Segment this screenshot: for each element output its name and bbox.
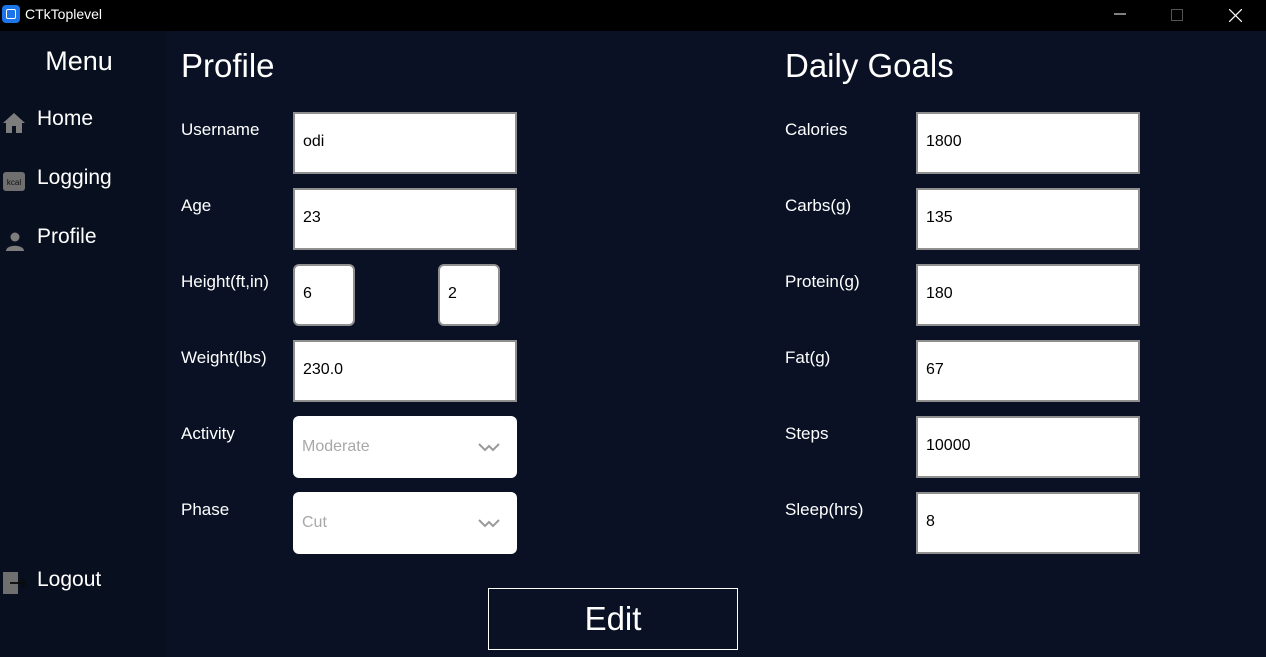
carbs-label: Carbs(g): [785, 196, 852, 215]
chevron-down-icon[interactable]: [478, 516, 500, 530]
sleep-input[interactable]: 8: [916, 492, 1140, 554]
maximize-button[interactable]: [1154, 0, 1200, 31]
phase-label: Phase: [181, 500, 230, 519]
height-feet-input[interactable]: 6: [293, 264, 355, 326]
sidebar-item-profile[interactable]: Profile: [0, 222, 160, 256]
sidebar: Menu Home kcal Logging Profile Logout: [0, 31, 167, 657]
close-button[interactable]: [1212, 0, 1258, 31]
profile-title: Profile: [181, 47, 275, 84]
daily-goals-title: Daily Goals: [785, 47, 954, 84]
fat-input[interactable]: 67: [916, 340, 1140, 402]
fat-label: Fat(g): [785, 348, 831, 367]
minimize-button[interactable]: [1097, 0, 1143, 31]
carbs-input[interactable]: 135: [916, 188, 1140, 250]
sidebar-item-logging[interactable]: kcal Logging: [0, 163, 160, 197]
phase-select[interactable]: Cut: [293, 492, 517, 554]
age-input[interactable]: 23: [293, 188, 517, 250]
user-icon: [6, 232, 24, 251]
calories-label: Calories: [785, 120, 848, 139]
sidebar-item-label: Home: [37, 107, 94, 130]
activity-select[interactable]: Moderate: [293, 416, 517, 478]
steps-input[interactable]: 10000: [916, 416, 1140, 478]
weight-label: Weight(lbs): [181, 348, 267, 367]
svg-text:kcal: kcal: [7, 178, 21, 187]
minimize-icon: [1114, 13, 1126, 15]
username-input[interactable]: odi: [293, 112, 517, 174]
height-inches-input[interactable]: 2: [438, 264, 500, 326]
menu-title: Menu: [45, 46, 113, 76]
close-icon: [1229, 9, 1242, 22]
app-icon: [2, 5, 20, 23]
kcal-icon: kcal: [3, 172, 25, 191]
sleep-label: Sleep(hrs): [785, 500, 864, 519]
sidebar-item-home[interactable]: Home: [0, 104, 160, 138]
chevron-down-icon[interactable]: [478, 440, 500, 454]
phase-value: Cut: [302, 514, 327, 531]
home-icon: [3, 113, 25, 133]
sidebar-item-label: Logout: [37, 568, 102, 591]
window-title: CTkToplevel: [25, 6, 103, 22]
age-label: Age: [181, 196, 212, 215]
title-bar: CTkToplevel: [0, 0, 1266, 31]
sidebar-item-label: Profile: [37, 225, 97, 248]
height-label: Height(ft,in): [181, 272, 269, 291]
edit-button[interactable]: Edit: [488, 588, 738, 650]
maximize-icon: [1171, 9, 1183, 21]
protein-label: Protein(g): [785, 272, 860, 291]
username-label: Username: [181, 120, 260, 139]
activity-value: Moderate: [302, 438, 370, 455]
weight-input[interactable]: 230.0: [293, 340, 517, 402]
steps-label: Steps: [785, 424, 829, 443]
logout-icon: [3, 572, 26, 594]
protein-input[interactable]: 180: [916, 264, 1140, 326]
activity-label: Activity: [181, 424, 235, 443]
calories-input[interactable]: 1800: [916, 112, 1140, 174]
sidebar-item-logout[interactable]: Logout: [0, 565, 160, 599]
sidebar-item-label: Logging: [37, 166, 112, 189]
